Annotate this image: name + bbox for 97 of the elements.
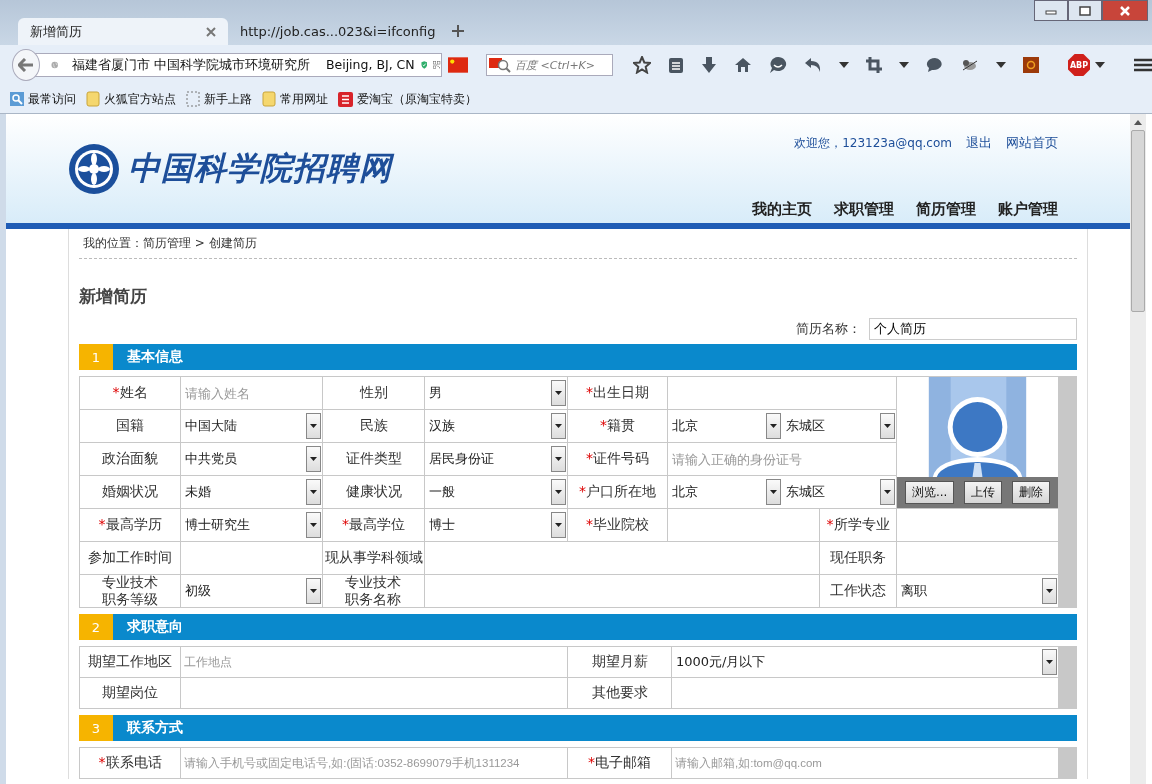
bookmark-item[interactable]: 最常访问: [10, 90, 76, 108]
field-label: *所学专业: [826, 516, 890, 534]
close-button[interactable]: [1102, 0, 1148, 21]
shop-icon: [338, 91, 353, 107]
section-number: 2: [79, 614, 113, 640]
section-number: 3: [79, 715, 113, 741]
adblock-button[interactable]: ABP: [1068, 54, 1090, 76]
chat-bubble-icon[interactable]: [926, 57, 944, 73]
section-header: 2 求职意向: [79, 614, 1077, 640]
browser-tab[interactable]: 新增简历: [18, 18, 228, 45]
section-header: 3 联系方式: [79, 715, 1077, 741]
field-label: 工作状态: [829, 582, 887, 600]
field-label: 简历名称：: [796, 320, 861, 338]
maximize-icon: [1079, 5, 1091, 16]
download-icon[interactable]: [701, 56, 717, 74]
nav-link[interactable]: 求职管理: [834, 200, 894, 219]
back-button[interactable]: [12, 49, 40, 81]
caret-icon[interactable]: [996, 62, 1006, 68]
back-arrow-icon: [17, 58, 34, 72]
field-label: 健康状况: [345, 483, 402, 501]
breadcrumb: 我的位置：简历管理 > 创建简历: [79, 229, 1077, 259]
plus-icon[interactable]: [452, 25, 464, 37]
bookmark-item[interactable]: 火狐官方站点: [86, 90, 176, 108]
caret-icon[interactable]: [1095, 62, 1105, 68]
star-icon[interactable]: [633, 56, 651, 74]
home-icon[interactable]: [734, 57, 752, 73]
smiley-chat-icon[interactable]: [769, 56, 787, 74]
close-icon[interactable]: [206, 26, 216, 37]
scrollbar[interactable]: [1130, 114, 1146, 784]
search-icon: [489, 57, 512, 73]
undo-icon[interactable]: [804, 57, 822, 73]
field-label: 专业技术职务名称: [344, 573, 403, 609]
text-field[interactable]: 工作地点: [181, 647, 567, 677]
bookmark-item[interactable]: 新手上路: [186, 90, 252, 108]
field-label: *出生日期: [586, 384, 649, 402]
dropdown-field[interactable]: 东城区: [786, 412, 895, 440]
browser-tab[interactable]: http://job.cas...023&i=ifconfig: [228, 18, 438, 45]
close-icon: [1118, 5, 1132, 16]
bug-icon[interactable]: [961, 58, 979, 72]
photo-button[interactable]: 浏览...: [904, 481, 955, 504]
field-label: 婚姻状况: [102, 483, 158, 501]
sun-icon[interactable]: [1023, 57, 1039, 73]
field-label: 参加工作时间: [88, 549, 172, 567]
field-label: 现任职务: [830, 549, 886, 567]
field-label: *籍贯: [600, 417, 635, 435]
field-label: 专业技术职务等级: [101, 573, 159, 609]
menu-icon[interactable]: [1134, 58, 1152, 72]
field-label: 现从事学科领域: [324, 549, 423, 567]
maximize-button[interactable]: [1068, 0, 1102, 21]
field-label: *最高学位: [342, 516, 405, 534]
field-label: 期望工作地区: [88, 653, 172, 671]
field-label: 期望岗位: [102, 684, 158, 702]
section-number: 1: [79, 344, 113, 370]
photo-button[interactable]: 上传: [964, 481, 1003, 504]
dropdown-field[interactable]: 东城区: [786, 478, 895, 506]
dropdown-field[interactable]: 北京: [672, 412, 781, 440]
text-field[interactable]: 个人简历: [869, 318, 1077, 340]
folder-icon: [86, 91, 100, 107]
field-label: 证件类型: [345, 450, 402, 468]
caret-icon[interactable]: [839, 62, 849, 68]
field-label: *毕业院校: [586, 516, 649, 534]
search-field[interactable]: 百度 <Ctrl+K>: [486, 54, 613, 76]
field-label: *证件号码: [586, 450, 649, 468]
dropdown-field[interactable]: 北京: [672, 478, 781, 506]
folder-icon: [262, 91, 276, 107]
scroll-thumb[interactable]: [1131, 130, 1145, 312]
field-label: 政治面貌: [102, 450, 158, 468]
field-label: 期望月薪: [591, 653, 648, 671]
field-label: 民族: [359, 417, 388, 435]
emblem-icon: [68, 142, 120, 195]
field-label: 国籍: [116, 417, 144, 435]
field-label: *最高学历: [98, 516, 162, 534]
nav-link[interactable]: 我的主页: [752, 200, 812, 219]
header-link[interactable]: 网站首页: [1006, 134, 1058, 152]
bookmark-item[interactable]: 爱淘宝（原淘宝特卖）: [338, 90, 477, 108]
page-icon: [186, 91, 200, 107]
nav-link[interactable]: 账户管理: [998, 200, 1058, 219]
section-header: 1 基本信息: [79, 344, 1077, 370]
welcome-text: 欢迎您，123123a@qq.com: [794, 134, 952, 152]
minimize-button[interactable]: [1034, 0, 1068, 21]
field-label: *姓名: [112, 384, 148, 402]
field-label: 其他要求: [591, 684, 648, 702]
flag-icon[interactable]: [447, 56, 469, 74]
page-title: 新增简历: [79, 285, 148, 308]
scroll-up-icon: [1134, 120, 1142, 125]
clipboard-icon[interactable]: [668, 56, 684, 74]
field-label: *户口所在地: [579, 483, 656, 501]
nav-link[interactable]: 简历管理: [916, 200, 976, 219]
field-label: 性别: [359, 384, 388, 402]
text-field[interactable]: 请输入姓名: [181, 377, 322, 409]
crop-icon[interactable]: [866, 57, 882, 73]
header-link[interactable]: 退出: [966, 134, 992, 152]
bookmark-item[interactable]: 常用网址: [262, 90, 328, 108]
text-field[interactable]: 请输入正确的身份证号: [668, 443, 896, 475]
caret-icon[interactable]: [899, 62, 909, 68]
search-icon: [10, 92, 24, 106]
photo-button[interactable]: 删除: [1012, 481, 1051, 504]
